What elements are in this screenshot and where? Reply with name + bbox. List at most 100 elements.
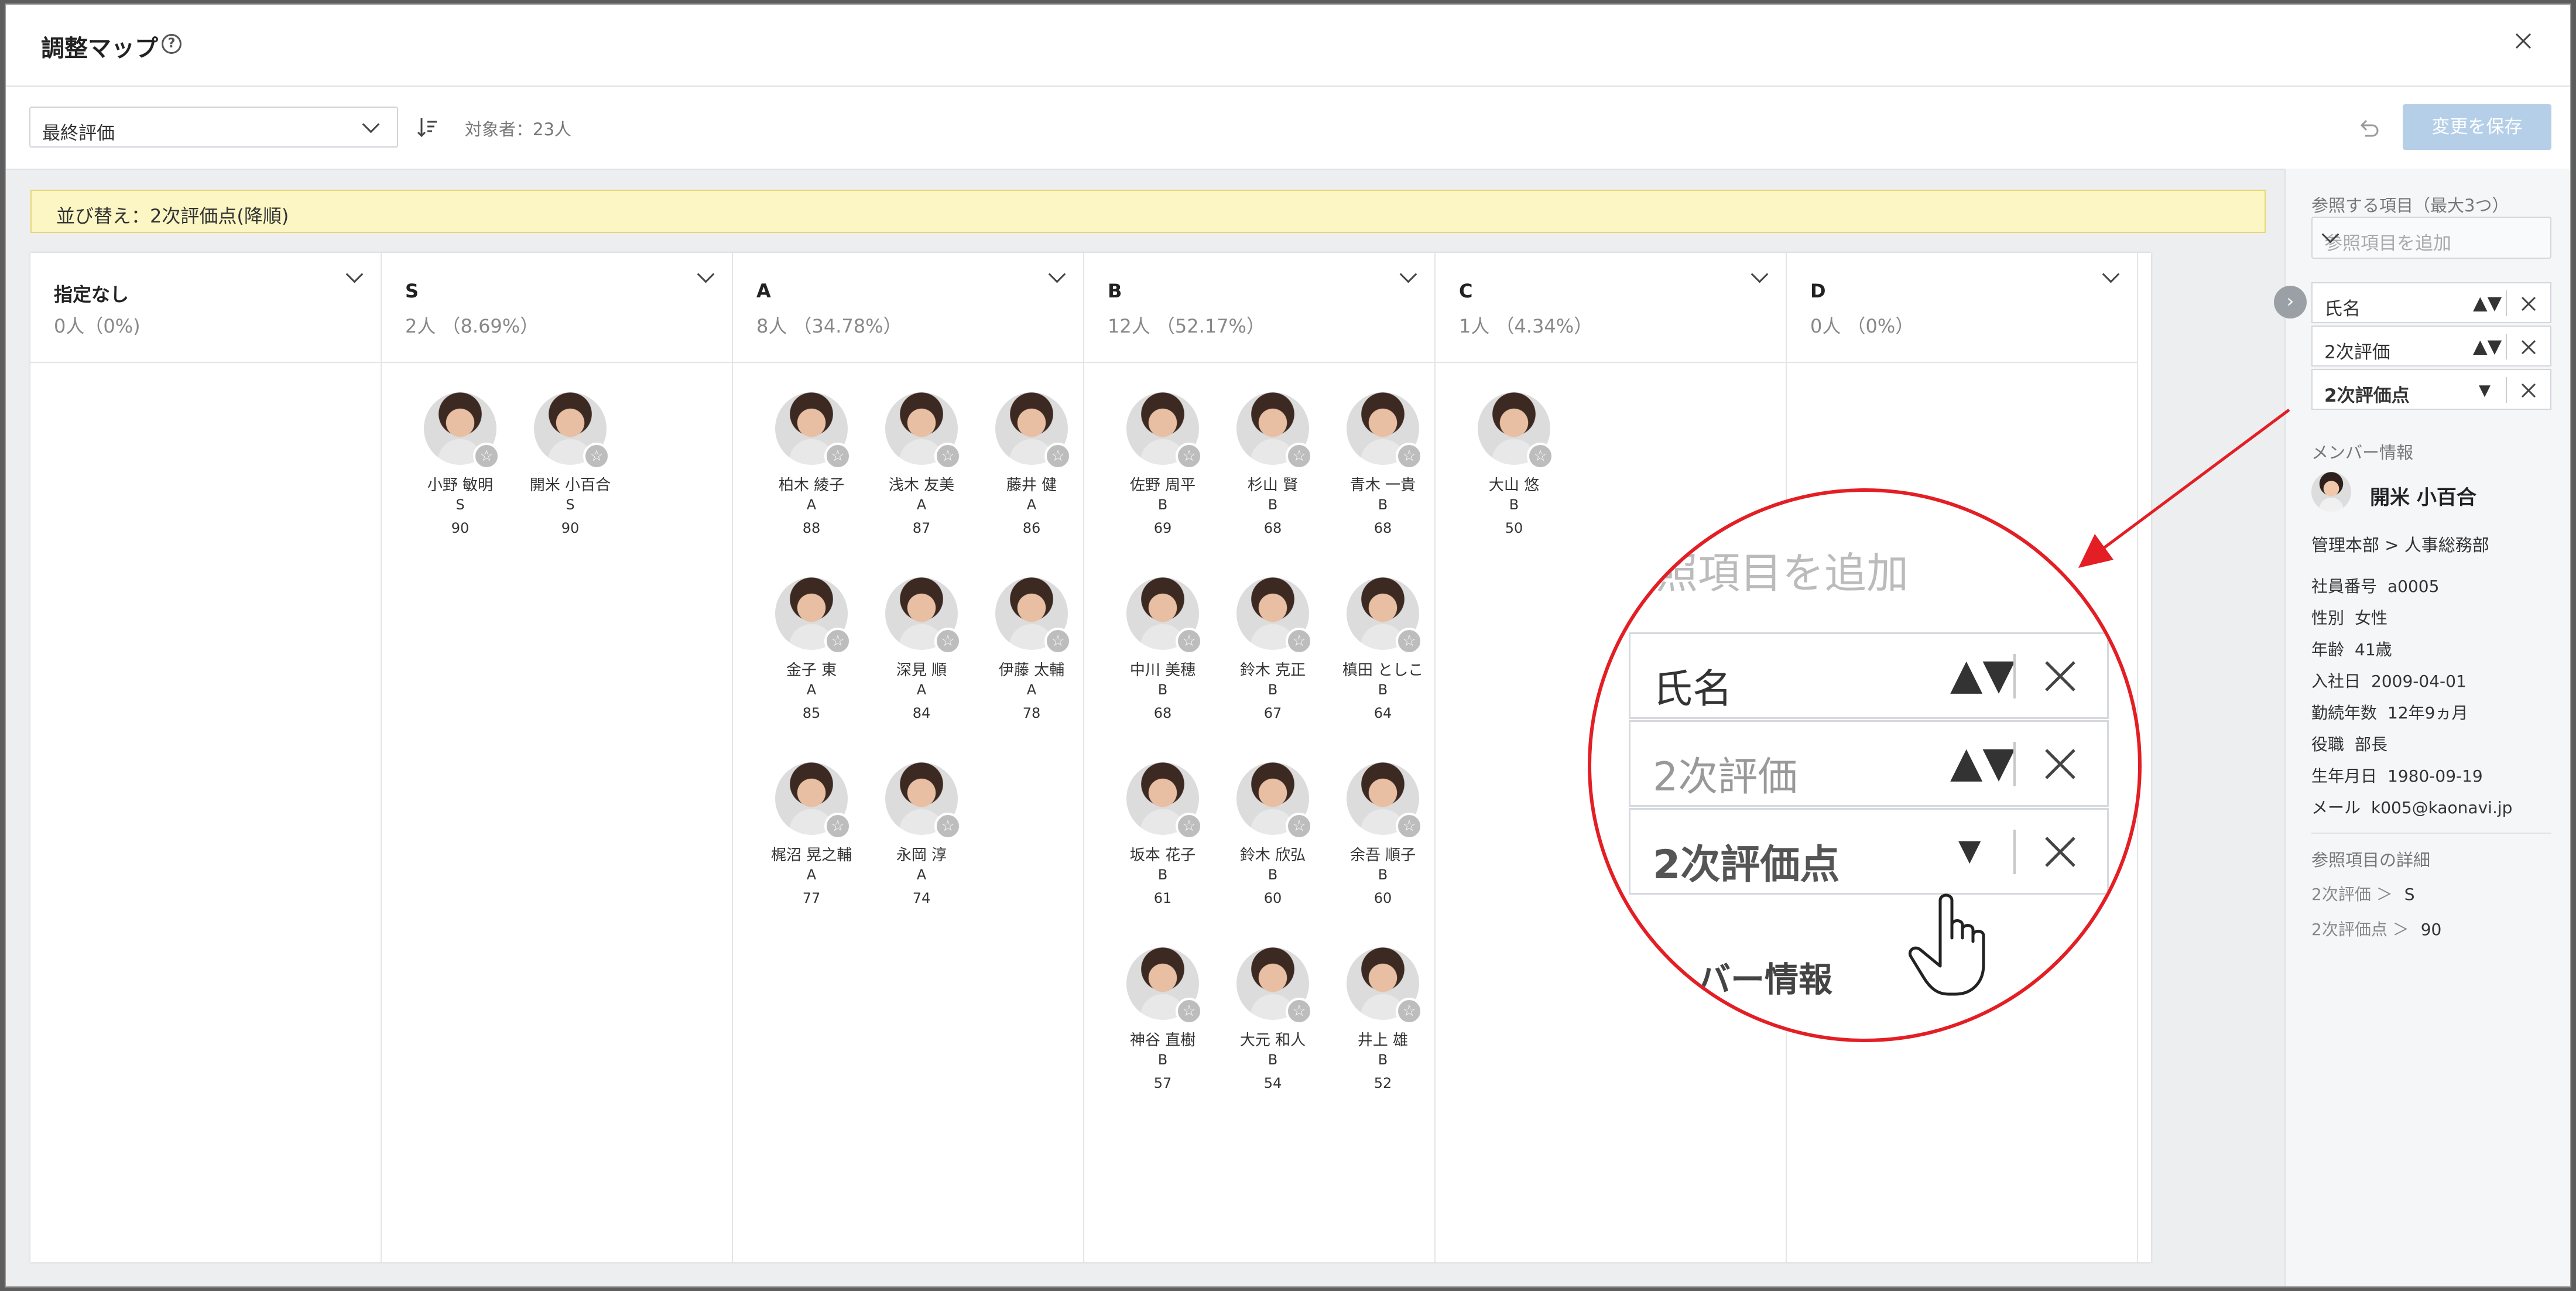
undo-icon[interactable]: [2356, 116, 2380, 141]
member-card[interactable]: ☆ 浅木 友美 A 87: [866, 392, 972, 562]
member-card[interactable]: ☆ 神谷 直樹 B 57: [1108, 947, 1213, 1117]
star-icon[interactable]: ☆: [1286, 628, 1313, 655]
star-icon[interactable]: ☆: [934, 628, 961, 655]
remove-icon[interactable]: [2519, 337, 2539, 357]
divider: [2506, 290, 2507, 316]
member-card[interactable]: ☆ 柏木 綾子 A 88: [756, 392, 862, 562]
remove-icon[interactable]: [2519, 294, 2539, 314]
chevron-down-icon[interactable]: [2102, 265, 2120, 283]
member-score: 61: [1153, 890, 1172, 906]
member-card[interactable]: ☆ 余吾 順子 B 60: [1328, 762, 1433, 932]
side-panel: 参照する項目（最大3つ） 参照項目を追加 氏名 ▲▼ 2次評価 ▲▼ 2次評価点…: [2284, 169, 2570, 1286]
callout-arrow: [2078, 408, 2290, 568]
member-card[interactable]: ☆ 金子 東 A 85: [756, 577, 862, 747]
chevron-down-icon[interactable]: [697, 265, 715, 283]
column-count: 1人 （4.34%）: [1459, 315, 1593, 337]
save-changes-button[interactable]: 変更を保存: [2403, 104, 2551, 150]
member-card[interactable]: ☆ 大元 和人 B 54: [1218, 947, 1323, 1117]
member-card[interactable]: ☆ 坂本 花子 B 61: [1108, 762, 1213, 932]
member-info-row: 勤続年数 12年9ヵ月: [2311, 700, 2468, 724]
reference-detail-row: 2次評価点 ＞ 90: [2311, 917, 2441, 940]
reference-item-score2[interactable]: 2次評価点 ▼: [2311, 369, 2551, 410]
star-icon[interactable]: ☆: [1396, 998, 1423, 1025]
star-icon[interactable]: ☆: [934, 813, 961, 840]
zoom-reference-item: 氏名 ▲▼: [1629, 632, 2109, 719]
sort-toggle-icon[interactable]: ▼: [2479, 382, 2491, 399]
member-info-row: 役職 部長: [2311, 732, 2387, 755]
star-icon[interactable]: ☆: [1396, 443, 1423, 470]
member-card[interactable]: ☆ 深見 順 A 84: [866, 577, 972, 747]
member-card[interactable]: ☆ 井上 雄 B 52: [1328, 947, 1433, 1117]
chevron-down-icon[interactable]: [1048, 265, 1066, 283]
member-score: 84: [912, 705, 931, 721]
question-circle-icon[interactable]: ?: [162, 34, 181, 54]
member-name: 余吾 順子: [1349, 847, 1416, 864]
sort-toggle-icon[interactable]: ▲▼: [2473, 335, 2502, 357]
evaluation-select[interactable]: 最終評価: [29, 107, 398, 148]
chevron-down-icon[interactable]: [1399, 265, 1417, 283]
star-icon[interactable]: ☆: [1176, 443, 1203, 470]
star-icon[interactable]: ☆: [934, 443, 961, 470]
sort-banner-text: 並び替え：2次評価点(降順): [56, 205, 289, 227]
star-icon[interactable]: ☆: [1176, 628, 1203, 655]
info-value: 2009-04-01: [2371, 672, 2467, 691]
member-card[interactable]: ☆ 藤井 健 A 86: [977, 392, 1082, 562]
member-card[interactable]: ☆ 大山 悠 B 50: [1459, 392, 1564, 562]
star-icon[interactable]: ☆: [1396, 628, 1423, 655]
member-grade: B: [1268, 867, 1278, 883]
target-count: 対象者：23人: [465, 119, 571, 139]
member-score: 54: [1263, 1075, 1282, 1091]
column-title: C: [1459, 280, 1473, 302]
star-icon[interactable]: ☆: [1286, 998, 1313, 1025]
chevron-right-icon[interactable]: ›: [2274, 286, 2307, 319]
member-card[interactable]: ☆ 永岡 淳 A 74: [866, 762, 972, 932]
member-card[interactable]: ☆ 開米 小百合 S 90: [515, 392, 621, 562]
star-icon[interactable]: ☆: [1286, 813, 1313, 840]
member-card[interactable]: ☆ 青木 一貴 B 68: [1328, 392, 1433, 562]
member-card[interactable]: ☆ 伊藤 太輔 A 78: [977, 577, 1082, 747]
member-score: 68: [1373, 520, 1392, 536]
member-card[interactable]: ☆ 鈴木 欣弘 B 60: [1218, 762, 1323, 932]
sort-toggle-icon[interactable]: ▲▼: [2473, 292, 2502, 314]
sort-descending-icon[interactable]: [416, 116, 439, 139]
add-reference-select[interactable]: 参照項目を追加: [2311, 217, 2551, 259]
star-icon[interactable]: ☆: [1044, 628, 1071, 655]
star-icon[interactable]: ☆: [824, 443, 851, 470]
member-card[interactable]: ☆ 小野 敏明 S 90: [405, 392, 511, 562]
member-grade: B: [1268, 682, 1278, 698]
sort-banner: 並び替え：2次評価点(降順): [30, 190, 2266, 233]
member-card[interactable]: ☆ 槙田 としこ B 64: [1328, 577, 1433, 747]
chevron-down-icon[interactable]: [345, 265, 364, 283]
star-icon[interactable]: ☆: [1044, 443, 1071, 470]
chevron-down-icon[interactable]: [1751, 265, 1769, 283]
column-header: 指定なし 0人（0%): [30, 253, 381, 363]
reference-detail-row: 2次評価 ＞ S: [2311, 882, 2415, 905]
member-score: 57: [1153, 1075, 1172, 1091]
star-icon[interactable]: ☆: [1527, 443, 1554, 470]
divider: [2506, 377, 2507, 403]
reference-item-grade2[interactable]: 2次評価 ▲▼: [2311, 326, 2551, 367]
remove-icon[interactable]: [2519, 381, 2539, 400]
star-icon[interactable]: ☆: [473, 443, 500, 470]
star-icon[interactable]: ☆: [1176, 998, 1203, 1025]
zoom-callout: 照項目を追加 氏名 ▲▼ 2次評価 ▲▼ 2次評価点 ▼ バー情報: [1588, 488, 2142, 1042]
member-score: 52: [1373, 1075, 1392, 1091]
star-icon[interactable]: ☆: [1286, 443, 1313, 470]
member-name: 坂本 花子: [1129, 847, 1196, 864]
divider: [2506, 334, 2507, 359]
member-card[interactable]: ☆ 杉山 賢 B 68: [1218, 392, 1323, 562]
close-icon[interactable]: [2509, 27, 2537, 55]
member-card[interactable]: ☆ 中川 美穂 B 68: [1108, 577, 1213, 747]
member-card[interactable]: ☆ 佐野 周平 B 69: [1108, 392, 1213, 562]
star-icon[interactable]: ☆: [1176, 813, 1203, 840]
info-value: 41歳: [2355, 640, 2392, 659]
member-card[interactable]: ☆ 鈴木 克正 B 67: [1218, 577, 1323, 747]
star-icon[interactable]: ☆: [1396, 813, 1423, 840]
member-card[interactable]: ☆ 梶沼 晃之輔 A 77: [756, 762, 862, 932]
reference-item-name[interactable]: 氏名 ▲▼: [2311, 282, 2551, 323]
star-icon[interactable]: ☆: [824, 628, 851, 655]
member-grade: B: [1268, 496, 1278, 513]
star-icon[interactable]: ☆: [824, 813, 851, 840]
star-icon[interactable]: ☆: [583, 443, 610, 470]
reference-item-label: 2次評価: [2324, 342, 2390, 363]
